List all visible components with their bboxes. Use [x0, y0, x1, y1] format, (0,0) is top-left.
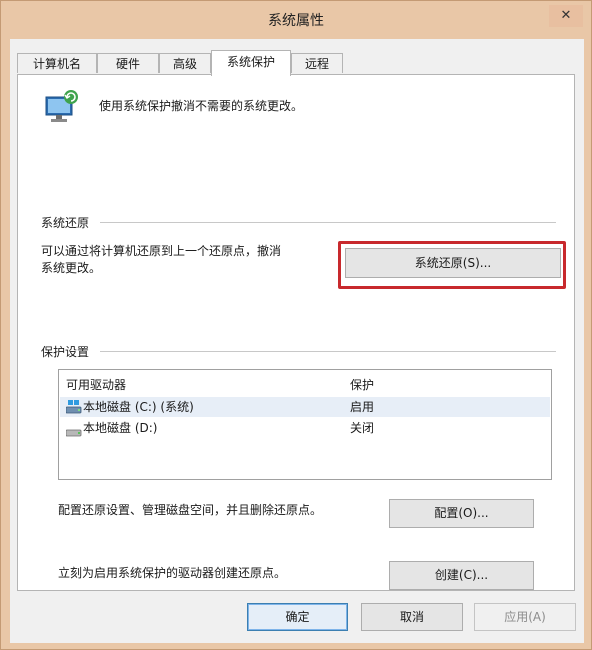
- restore-description-line1: 可以通过将计算机还原到上一个还原点，撤消: [41, 244, 282, 258]
- restore-description: 可以通过将计算机还原到上一个还原点，撤消 系统更改。: [41, 243, 341, 277]
- column-header-drives[interactable]: 可用驱动器: [66, 376, 126, 393]
- restore-section-title: 系统还原: [41, 216, 90, 230]
- cancel-button[interactable]: 取消: [361, 603, 463, 631]
- apply-button[interactable]: 应用(A): [474, 603, 576, 631]
- close-icon: ✕: [560, 8, 572, 23]
- configure-button[interactable]: 配置(O)...: [389, 499, 534, 528]
- drive-icon: [65, 424, 82, 444]
- column-header-protection[interactable]: 保护: [350, 376, 374, 393]
- tab-system-protection[interactable]: 系统保护: [211, 50, 291, 76]
- create-button[interactable]: 创建(C)...: [389, 561, 534, 590]
- create-description: 立刻为启用系统保护的驱动器创建还原点。: [58, 566, 287, 580]
- close-button[interactable]: ✕: [549, 5, 583, 27]
- tab-advanced[interactable]: 高级: [159, 53, 211, 73]
- restore-section-divider: [100, 222, 556, 223]
- ok-button[interactable]: 确定: [247, 603, 348, 631]
- system-protection-icon: [42, 87, 82, 127]
- drive-row-c[interactable]: 本地磁盘 (C:) (系统) 启用: [60, 397, 550, 417]
- drive-c-name: 本地磁盘 (C:) (系统): [83, 400, 194, 414]
- tab-hardware[interactable]: 硬件: [97, 53, 159, 73]
- configure-description: 配置还原设置、管理磁盘空间，并且删除还原点。: [58, 503, 323, 517]
- system-protection-panel: 使用系统保护撤消不需要的系统更改。 系统还原 可以通过将计算机还原到上一个还原点…: [17, 74, 575, 591]
- protection-section-title: 保护设置: [41, 345, 90, 359]
- drive-d-protection: 关闭: [350, 421, 375, 435]
- restore-description-line2: 系统更改。: [41, 261, 102, 275]
- drive-d-name: 本地磁盘 (D:): [83, 421, 158, 435]
- dialog-body: 计算机名 硬件 高级 系统保护 远程 使用系统保护撤消不需要的系统更改。 系统还…: [10, 39, 584, 643]
- system-restore-highlight: [338, 241, 566, 289]
- system-properties-window: 系统属性 ✕ 计算机名 硬件 高级 系统保护 远程 使用系统保护撤消不需要的系统…: [0, 0, 592, 650]
- title-bar[interactable]: 系统属性 ✕: [1, 1, 591, 39]
- tab-computer-name[interactable]: 计算机名: [17, 53, 97, 73]
- drives-list[interactable]: 可用驱动器 保护 本地磁盘 (C:) (系统) 启用 本地磁盘 (D:) 关闭: [58, 369, 552, 480]
- drive-c-protection: 启用: [350, 400, 375, 414]
- tab-remote[interactable]: 远程: [291, 53, 343, 73]
- system-drive-icon: [65, 400, 82, 420]
- drive-row-d[interactable]: 本地磁盘 (D:) 关闭: [60, 418, 550, 438]
- protection-section-divider: [100, 351, 556, 352]
- intro-description: 使用系统保护撤消不需要的系统更改。: [99, 99, 304, 113]
- window-title: 系统属性: [268, 13, 324, 29]
